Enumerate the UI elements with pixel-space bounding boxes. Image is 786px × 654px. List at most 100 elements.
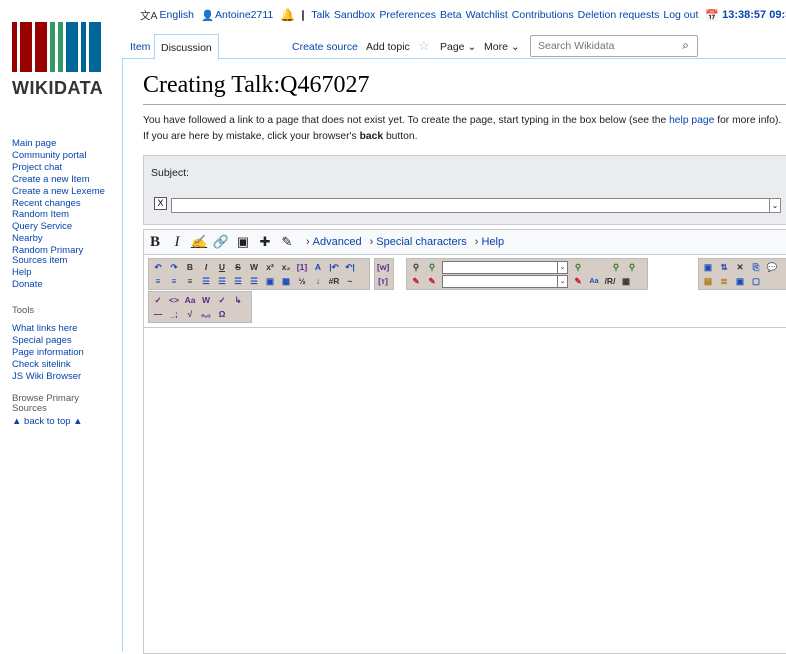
wiki-markup-button[interactable]: W — [200, 295, 212, 306]
bullet-list-button[interactable]: ☰ — [200, 276, 212, 287]
logout-link[interactable]: Log out — [663, 9, 698, 21]
sidebar-item-js-wiki-browser[interactable]: JS Wiki Browser — [12, 371, 116, 383]
case-button[interactable]: Aa — [184, 295, 196, 306]
puzzle-icon[interactable]: ✚ — [254, 234, 276, 250]
sidebar-item-check-sitelink[interactable]: Check sitelink — [12, 359, 116, 371]
tab-more-menu[interactable]: More ⌄ — [478, 34, 526, 58]
sidebar-item-random-primary-sources[interactable]: Random Primary Sources item — [12, 246, 116, 265]
find-icon[interactable]: ⚲ — [572, 262, 584, 273]
replace-all-icon[interactable]: ✎ — [426, 276, 438, 287]
special-characters-menu[interactable]: › Special characters — [370, 236, 467, 248]
code-button[interactable]: <> — [168, 295, 180, 306]
sidebar-item-main-page[interactable]: Main page — [12, 138, 116, 150]
search-icon[interactable]: ⌕ — [682, 38, 689, 53]
contributions-link[interactable]: Contributions — [512, 9, 574, 21]
reference-button[interactable]: [1] — [296, 262, 308, 273]
wikidata-logo[interactable]: WIKIDATA — [12, 20, 112, 100]
deletion-requests-link[interactable]: Deletion requests — [578, 9, 660, 21]
sandbox-link[interactable]: Sandbox — [334, 9, 375, 21]
redirect-button[interactable]: #R — [328, 276, 340, 287]
watch-star-icon[interactable]: ☆ — [412, 34, 436, 58]
regex-icon[interactable]: /R/ — [604, 276, 616, 287]
replace-term-select[interactable]: ⌄ — [442, 274, 568, 288]
subscript-button[interactable]: x₂ — [280, 262, 292, 273]
arrow-button[interactable]: ↳ — [232, 295, 244, 306]
sidebar-item-nearby[interactable]: Nearby — [12, 233, 116, 245]
superscript-button[interactable]: x² — [264, 262, 276, 273]
bell-icon[interactable]: 🔔 — [280, 8, 295, 22]
sidebar-item-donate[interactable]: Donate — [12, 279, 116, 291]
bold-button-2[interactable]: B — [184, 262, 196, 273]
align-left-button[interactable]: ≡ — [152, 276, 164, 287]
clock[interactable]: 13:38:57 09:38:5 — [722, 9, 786, 21]
font-button[interactable]: A — [312, 262, 324, 273]
strike-button[interactable]: S — [232, 262, 244, 273]
underscore-button[interactable]: _; — [168, 309, 180, 320]
check-button[interactable]: ✓ — [216, 295, 228, 306]
align-center-button[interactable]: ≡ — [168, 276, 180, 287]
comment-icon[interactable]: 💬 — [766, 262, 778, 273]
diff-icon[interactable]: ⎘ — [750, 262, 762, 273]
underline-button[interactable]: U — [216, 262, 228, 273]
advanced-menu[interactable]: › Advanced — [306, 236, 362, 248]
wiki-w-button[interactable]: W — [248, 262, 260, 273]
link-icon[interactable]: 🔗 — [210, 234, 232, 250]
beta-link[interactable]: Beta — [440, 9, 462, 21]
undo-button[interactable]: ↶ — [152, 262, 164, 273]
table-button[interactable]: ▦ — [280, 276, 292, 287]
sidebar-item-create-lexeme[interactable]: Create a new Lexeme — [12, 186, 116, 198]
sort-button[interactable]: ↓ — [312, 276, 324, 287]
swap-icon[interactable]: ⇅ — [718, 262, 730, 273]
redo-button[interactable]: ↷ — [168, 262, 180, 273]
outdent-button[interactable]: ☰ — [248, 276, 260, 287]
binoculars-icon[interactable]: ⚲ — [410, 262, 422, 273]
search-input[interactable] — [536, 36, 680, 56]
sqrt-button[interactable]: √ — [184, 309, 196, 320]
tilde-button[interactable]: ~ — [344, 276, 356, 287]
sidebar-item-help[interactable]: Help — [12, 267, 116, 279]
preferences-link[interactable]: Preferences — [379, 9, 436, 21]
italic-button[interactable]: I — [166, 234, 188, 251]
gallery-icon[interactable]: ▣ — [734, 276, 746, 287]
find-all-icon[interactable]: ⚲ — [610, 262, 622, 273]
search-term-select[interactable]: ⌄ — [442, 260, 568, 274]
clear-subject-button[interactable]: X — [154, 197, 167, 210]
replace-next-icon[interactable]: ✎ — [572, 276, 584, 287]
calendar-icon[interactable]: 📅 — [705, 9, 719, 22]
tab-item-label[interactable]: Item — [130, 41, 150, 53]
chevron-down-icon[interactable]: ⌄ — [557, 275, 567, 287]
back-to-top-link[interactable]: ▲ back to top ▲ — [12, 416, 116, 428]
align-right-button[interactable]: ≡ — [184, 276, 196, 287]
tray-icon[interactable] — [302, 9, 305, 21]
undo-all-button[interactable]: |↶ — [328, 262, 340, 273]
list-icon[interactable]: ≣ — [718, 276, 730, 287]
template-button[interactable]: [т] — [377, 276, 389, 287]
sidebar-item-random-item[interactable]: Random Item — [12, 209, 116, 221]
sidebar-item-query-service[interactable]: Query Service — [12, 221, 116, 233]
omega-button[interactable]: Ω — [216, 309, 228, 320]
wikitext-textarea[interactable] — [144, 327, 786, 653]
sidebar-toggle-icon[interactable]: ▤ — [702, 276, 714, 287]
numbered-list-button[interactable]: ☰ — [216, 276, 228, 287]
match-case-icon[interactable]: Aa — [588, 276, 600, 287]
wiki-link-button[interactable]: [w] — [377, 262, 389, 273]
chevron-down-icon[interactable]: ⌄ — [769, 199, 780, 212]
indent-button[interactable]: ☰ — [232, 276, 244, 287]
watchlist-link[interactable]: Watchlist — [466, 9, 508, 21]
language-icon[interactable]: 文A — [140, 8, 158, 23]
tab-create-source[interactable]: Create source — [286, 34, 364, 58]
preview-icon[interactable]: ▣ — [702, 262, 714, 273]
find-prev-icon[interactable]: ⚲ — [626, 262, 638, 273]
search-box[interactable]: ⌕ — [530, 35, 698, 57]
sidebar-item-project-chat[interactable]: Project chat — [12, 162, 116, 174]
image-icon[interactable]: ▣ — [232, 234, 254, 250]
language-link[interactable]: English — [160, 9, 194, 21]
bold-button[interactable]: B — [144, 234, 166, 251]
spellcheck-button[interactable]: ✓ — [152, 295, 164, 306]
sidebar-item-page-information[interactable]: Page information — [12, 347, 116, 359]
help-menu[interactable]: › Help — [475, 236, 504, 248]
sidebar-item-special-pages[interactable]: Special pages — [12, 335, 116, 347]
tab-discussion[interactable]: Discussion — [154, 34, 219, 60]
sidebar-item-recent-changes[interactable]: Recent changes — [12, 198, 116, 210]
sidebar-item-what-links-here[interactable]: What links here — [12, 323, 116, 335]
